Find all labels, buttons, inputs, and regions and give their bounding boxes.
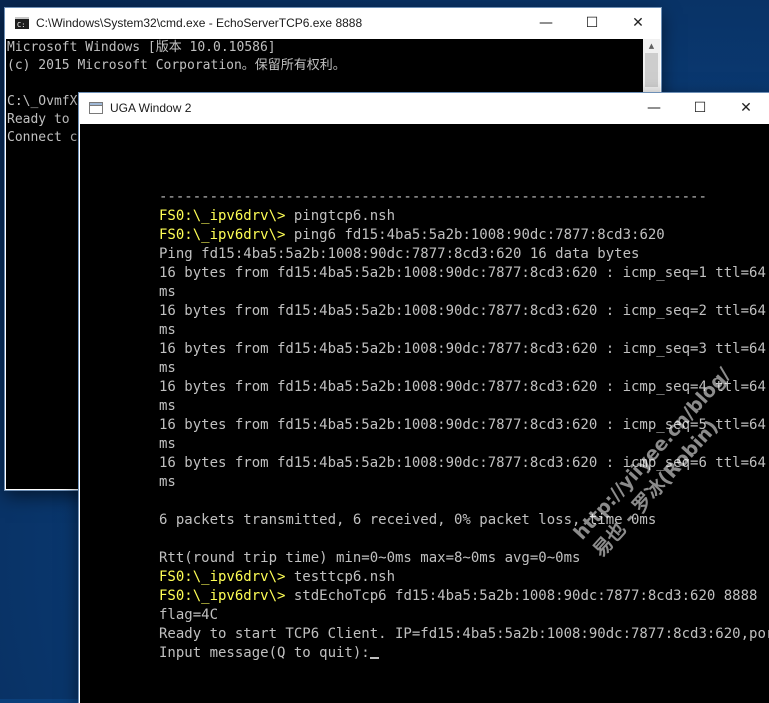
- command-text: ping6 fd15:4ba5:5a2b:1008:90dc:7877:8cd3…: [285, 227, 665, 243]
- ping-reply: 16 bytes from fd15:4ba5:5a2b:1008:90dc:7…: [159, 265, 769, 281]
- text-cursor: [369, 657, 379, 659]
- command-text: testtcp6.nsh: [285, 569, 396, 585]
- close-button[interactable]: ✕: [615, 8, 661, 38]
- rtt-line: Rtt(round trip time) min=0~0ms max=8~0ms…: [159, 550, 581, 566]
- shell-prompt: FS0:\_ipv6drv\>: [159, 227, 286, 243]
- uga-window[interactable]: UGA Window 2 — ☐ ✕ ---------------------…: [79, 93, 769, 703]
- cmd-line: Microsoft Windows [版本 10.0.10586]: [7, 40, 276, 55]
- maximize-button[interactable]: ☐: [569, 8, 615, 38]
- shell-prompt: FS0:\_ipv6drv\>: [159, 569, 286, 585]
- window-app-icon: [89, 102, 103, 114]
- command-line: FS0:\_ipv6drv\> ping6 fd15:4ba5:5a2b:100…: [159, 226, 769, 245]
- uga-title: UGA Window 2: [110, 101, 192, 115]
- scroll-thumb[interactable]: [645, 53, 658, 87]
- minimize-button[interactable]: —: [631, 93, 677, 123]
- command-line: FS0:\_ipv6drv\> testtcp6.nsh: [159, 568, 769, 587]
- cmd-titlebar[interactable]: C: C:\Windows\System32\cmd.exe - EchoSer…: [5, 8, 661, 38]
- cmd-line: (c) 2015 Microsoft Corporation。保留所有权利。: [7, 58, 346, 73]
- ping-reply-wrap: ms: [159, 284, 176, 300]
- ping-header: Ping fd15:4ba5:5a2b:1008:90dc:7877:8cd3:…: [159, 246, 640, 262]
- command-text: pingtcp6.nsh: [285, 208, 396, 224]
- cmd-line: [7, 75, 346, 93]
- command-text: stdEchoTcp6 fd15:4ba5:5a2b:1008:90dc:787…: [285, 588, 758, 604]
- ping-reply-wrap: ms: [159, 360, 176, 376]
- maximize-button[interactable]: ☐: [677, 93, 723, 123]
- uga-titlebar[interactable]: UGA Window 2 — ☐ ✕: [79, 93, 769, 123]
- cmd-title: C:\Windows\System32\cmd.exe - EchoServer…: [36, 16, 363, 30]
- ping-reply-wrap: ms: [159, 322, 176, 338]
- ping-reply: 16 bytes from fd15:4ba5:5a2b:1008:90dc:7…: [159, 303, 769, 319]
- separator-line: ----------------------------------------…: [159, 189, 707, 205]
- scroll-up-icon[interactable]: ▲: [643, 39, 660, 53]
- command-line: FS0:\_ipv6drv\> stdEchoTcp6 fd15:4ba5:5a…: [159, 587, 769, 606]
- shell-prompt: FS0:\_ipv6drv\>: [159, 208, 286, 224]
- close-button[interactable]: ✕: [723, 93, 769, 123]
- ping-reply: 16 bytes from fd15:4ba5:5a2b:1008:90dc:7…: [159, 341, 769, 357]
- svg-text:C:: C:: [17, 21, 25, 29]
- ping-stats: 6 packets transmitted, 6 received, 0% pa…: [159, 512, 657, 528]
- minimize-button[interactable]: —: [523, 8, 569, 38]
- cmd-scrollbar[interactable]: ▲: [643, 39, 660, 99]
- command-line: FS0:\_ipv6drv\> pingtcp6.nsh: [159, 207, 769, 226]
- ready-line: Ready to start TCP6 Client. IP=fd15:4ba5…: [159, 626, 769, 642]
- flag-line: flag=4C: [159, 607, 219, 623]
- uefi-shell-console[interactable]: ----------------------------------------…: [80, 124, 769, 703]
- ping-reply: 16 bytes from fd15:4ba5:5a2b:1008:90dc:7…: [159, 379, 769, 395]
- console-icon: C:: [15, 17, 29, 29]
- input-line[interactable]: Input message(Q to quit):: [159, 644, 769, 663]
- shell-prompt: FS0:\_ipv6drv\>: [159, 588, 286, 604]
- input-prompt: Input message(Q to quit):: [159, 645, 370, 661]
